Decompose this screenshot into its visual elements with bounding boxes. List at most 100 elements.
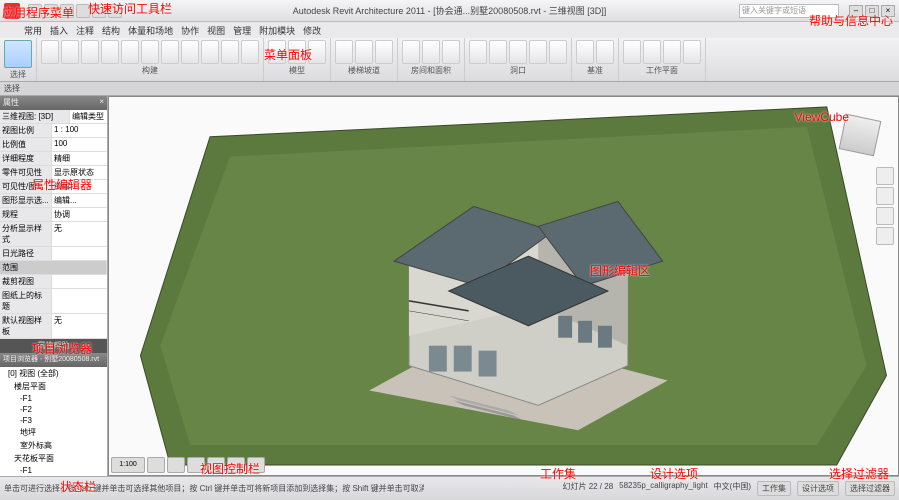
orbit-icon[interactable] bbox=[876, 227, 894, 245]
ribbon-btn-墙[interactable] bbox=[41, 40, 59, 64]
prop-value[interactable]: 协调 bbox=[52, 208, 107, 221]
prop-value[interactable]: 编辑... bbox=[52, 194, 107, 207]
visual-style-icon[interactable] bbox=[167, 457, 185, 473]
ribbon-btn-房间[interactable] bbox=[402, 40, 420, 64]
menu-体量和场地[interactable]: 体量和场地 bbox=[128, 24, 173, 37]
ribbon-btn-修改[interactable] bbox=[4, 40, 32, 68]
menu-结构[interactable]: 结构 bbox=[102, 24, 120, 37]
menu-管理[interactable]: 管理 bbox=[233, 24, 251, 37]
prop-value[interactable] bbox=[52, 289, 107, 313]
ribbon-btn-模型组[interactable] bbox=[308, 40, 326, 64]
ribbon-btn-墙[interactable] bbox=[509, 40, 527, 64]
ribbon-btn-老虎窗[interactable] bbox=[549, 40, 567, 64]
ribbon-btn-标记[interactable] bbox=[442, 40, 460, 64]
close-button[interactable]: × bbox=[881, 5, 895, 17]
pan-icon[interactable] bbox=[876, 187, 894, 205]
ribbon-btn-垂直[interactable] bbox=[529, 40, 547, 64]
properties-header[interactable]: 属性× bbox=[0, 96, 107, 110]
ribbon-btn-模型线[interactable] bbox=[288, 40, 306, 64]
workset-button[interactable]: 工作集 bbox=[757, 481, 791, 496]
quick-access-toolbar bbox=[28, 4, 122, 18]
ribbon-btn-坡道[interactable] bbox=[355, 40, 373, 64]
tree-item[interactable]: 天花板平面 bbox=[0, 452, 107, 465]
menu-插入[interactable]: 插入 bbox=[50, 24, 68, 37]
ribbon-btn-屋顶[interactable] bbox=[141, 40, 159, 64]
shadows-icon[interactable] bbox=[207, 457, 225, 473]
tree-item[interactable]: 楼层平面 bbox=[0, 380, 107, 393]
crop-icon[interactable] bbox=[227, 457, 245, 473]
qat-sync-icon[interactable] bbox=[92, 4, 106, 18]
hide-icon[interactable] bbox=[247, 457, 265, 473]
tree-item[interactable]: -F1 bbox=[0, 393, 107, 404]
browser-header[interactable]: 项目浏览器 - 别墅20080508.rvt bbox=[0, 353, 107, 367]
zoom-icon[interactable] bbox=[876, 207, 894, 225]
steering-wheel-icon[interactable] bbox=[876, 167, 894, 185]
menu-协作[interactable]: 协作 bbox=[181, 24, 199, 37]
close-icon[interactable]: × bbox=[99, 97, 104, 109]
ribbon-btn-柱[interactable] bbox=[121, 40, 139, 64]
tree-item[interactable]: 地坪 bbox=[0, 426, 107, 439]
design-option-button[interactable]: 设计选项 bbox=[797, 481, 839, 496]
tree-item[interactable]: [0] 视图 (全部) bbox=[0, 367, 107, 380]
ribbon-btn-查看器[interactable] bbox=[683, 40, 701, 64]
ribbon-btn-模型文字[interactable] bbox=[268, 40, 286, 64]
qat-redo-icon[interactable] bbox=[60, 4, 74, 18]
sun-path-icon[interactable] bbox=[187, 457, 205, 473]
app-menu-icon[interactable] bbox=[4, 3, 20, 19]
edit-type-button[interactable]: 编辑类型 bbox=[70, 110, 107, 123]
scale-button[interactable]: 1:100 bbox=[111, 457, 145, 473]
ribbon-btn-显示[interactable] bbox=[643, 40, 661, 64]
tree-item[interactable]: 室外标高 bbox=[0, 439, 107, 452]
project-browser[interactable]: [0] 视图 (全部)楼层平面-F1-F2-F3地坪室外标高天花板平面-F1-F… bbox=[0, 367, 107, 476]
viewport[interactable]: 1:100 bbox=[108, 96, 899, 476]
ribbon-btn-面积[interactable] bbox=[422, 40, 440, 64]
ribbon-btn-竖井[interactable] bbox=[489, 40, 507, 64]
menu-视图[interactable]: 视图 bbox=[207, 24, 225, 37]
prop-value[interactable]: 精细 bbox=[52, 152, 107, 165]
ribbon-btn-门[interactable] bbox=[61, 40, 79, 64]
ribbon-btn-竖梃[interactable] bbox=[241, 40, 259, 64]
ribbon-btn-楼板[interactable] bbox=[181, 40, 199, 64]
tree-item[interactable]: -F3 bbox=[0, 415, 107, 426]
properties-help[interactable]: 属性帮助 bbox=[0, 339, 107, 353]
help-search-input[interactable]: 键入关键字或短语 bbox=[739, 4, 839, 18]
menu-附加模块[interactable]: 附加模块 bbox=[259, 24, 295, 37]
prop-value[interactable]: 无 bbox=[52, 222, 107, 246]
ribbon-btn-楼梯[interactable] bbox=[375, 40, 393, 64]
ribbon-btn-按面[interactable] bbox=[469, 40, 487, 64]
ribbon-btn-参照[interactable] bbox=[663, 40, 681, 64]
menu-注释[interactable]: 注释 bbox=[76, 24, 94, 37]
ribbon-btn-设置[interactable] bbox=[623, 40, 641, 64]
filter-button[interactable]: 选择过滤器 bbox=[845, 481, 895, 496]
prop-value[interactable]: 无 bbox=[52, 314, 107, 338]
qat-save-icon[interactable] bbox=[28, 4, 42, 18]
ribbon-btn-天花板[interactable] bbox=[161, 40, 179, 64]
menu-常用[interactable]: 常用 bbox=[24, 24, 42, 37]
qat-undo-icon[interactable] bbox=[44, 4, 58, 18]
minimize-button[interactable]: – bbox=[849, 5, 863, 17]
drawing-canvas[interactable] bbox=[109, 97, 898, 475]
ribbon-btn-幕墙系统[interactable] bbox=[201, 40, 219, 64]
prop-value[interactable]: 编辑... bbox=[52, 180, 107, 193]
type-selector[interactable]: 三维视图: [3D] bbox=[0, 110, 70, 123]
detail-level-icon[interactable] bbox=[147, 457, 165, 473]
prop-value[interactable]: 显示原状态 bbox=[52, 166, 107, 179]
ribbon-btn-栏杆扶手[interactable] bbox=[335, 40, 353, 64]
qat-print-icon[interactable] bbox=[108, 4, 122, 18]
qat-open-icon[interactable] bbox=[76, 4, 90, 18]
prop-value[interactable] bbox=[52, 247, 107, 260]
maximize-button[interactable]: □ bbox=[865, 5, 879, 17]
ribbon-btn-轴网[interactable] bbox=[596, 40, 614, 64]
prop-value[interactable] bbox=[52, 275, 107, 288]
tree-item[interactable]: -F1 bbox=[0, 465, 107, 476]
ribbon-btn-构件[interactable] bbox=[101, 40, 119, 64]
viewcube[interactable] bbox=[839, 114, 882, 157]
tree-item[interactable]: -F2 bbox=[0, 404, 107, 415]
ribbon-btn-标高[interactable] bbox=[576, 40, 594, 64]
ribbon-btn-幕墙网格[interactable] bbox=[221, 40, 239, 64]
panel-label: 构建 bbox=[142, 65, 158, 76]
prop-value[interactable]: 100 bbox=[52, 138, 107, 151]
prop-value[interactable]: 1 : 100 bbox=[52, 124, 107, 137]
ribbon-btn-窗[interactable] bbox=[81, 40, 99, 64]
menu-修改[interactable]: 修改 bbox=[303, 24, 321, 37]
